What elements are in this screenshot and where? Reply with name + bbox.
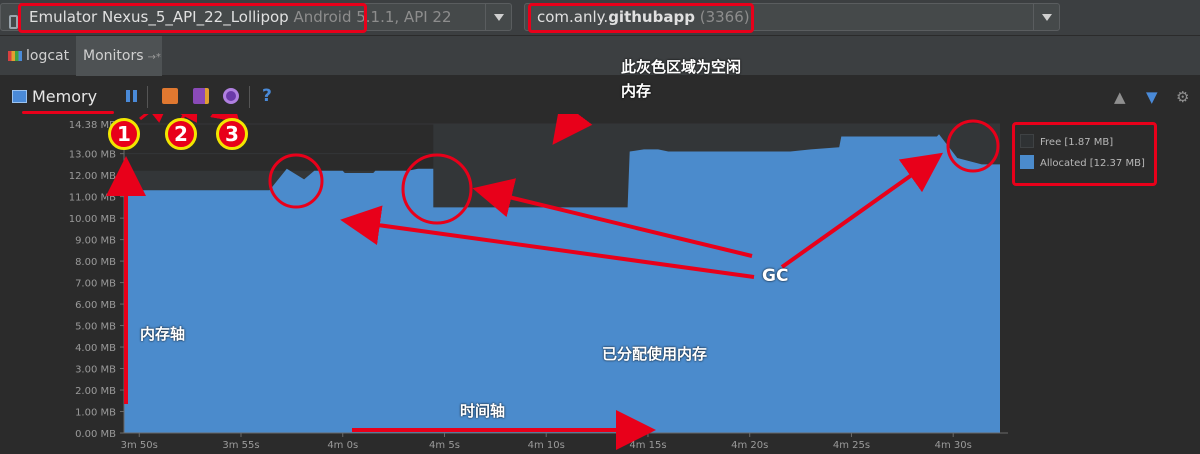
y-tick-label: 12.00 MB: [69, 171, 116, 182]
y-axis-ticks: 0.00 MB 1.00 MB 2.00 MB 3.00 MB 4.00 MB 5.00 …: [69, 120, 124, 440]
settings-icon[interactable]: ⚙: [1176, 88, 1192, 106]
x-tick-label: 4m 25s: [833, 440, 870, 451]
pause-button[interactable]: [124, 88, 140, 104]
gc-annotation: GC: [762, 266, 789, 286]
callout-1: 1: [108, 118, 140, 150]
allocation-tracking-button[interactable]: [223, 88, 239, 104]
x-tick-label: 4m 5s: [429, 440, 460, 451]
x-tick-label: 4m 30s: [935, 440, 972, 451]
legend-free-label: Free [1.87 MB]: [1040, 137, 1114, 148]
y-tick-label: 3.00 MB: [75, 365, 116, 376]
tool-window-tabs: logcat Monitors →*: [0, 36, 1200, 76]
arrow-down-icon[interactable]: ▼: [1146, 88, 1162, 106]
x-tick-label: 4m 20s: [731, 440, 768, 451]
tab-monitors[interactable]: Monitors →*: [76, 36, 162, 76]
process-selector-label: com.anly.githubapp (3366): [537, 8, 750, 26]
y-tick-label: 9.00 MB: [75, 236, 116, 247]
memory-title: Memory: [32, 87, 98, 106]
chart-legend: Free [1.87 MB] Allocated [12.37 MB]: [1016, 124, 1154, 184]
time-axis-annotation: 时间轴: [460, 402, 506, 420]
callout-2: 2: [165, 118, 197, 150]
x-axis-ticks: 3m 50s 3m 55s 4m 0s 4m 5s 4m 10s 4m 15s 4m 20s…: [121, 433, 972, 451]
arrow-up-icon[interactable]: ▲: [1114, 88, 1130, 106]
initiate-gc-button[interactable]: [162, 88, 178, 104]
y-tick-label: 0.00 MB: [75, 429, 116, 440]
y-tick-label: 4.00 MB: [75, 343, 116, 354]
y-tick-label: 10.00 MB: [69, 214, 116, 225]
x-tick-label: 4m 15s: [629, 440, 666, 451]
x-tick-label: 3m 50s: [121, 440, 158, 451]
x-tick-label: 4m 10s: [528, 440, 565, 451]
legend-free-swatch: [1020, 134, 1034, 148]
x-tick-label: 3m 55s: [222, 440, 259, 451]
device-icon: [9, 15, 18, 29]
pin-icon[interactable]: →*: [148, 52, 161, 63]
y-tick-label: 1.00 MB: [75, 408, 116, 419]
tab-monitors-label: Monitors: [83, 48, 144, 64]
legend-allocated-label: Allocated [12.37 MB]: [1040, 158, 1145, 169]
logcat-icon: [8, 51, 22, 61]
legend-free: Free [1.87 MB]: [1020, 134, 1113, 152]
process-selector[interactable]: com.anly.githubapp (3366): [524, 3, 1060, 31]
idle-memory-annotation-line2: 内存: [621, 82, 652, 100]
y-tick-label: 2.00 MB: [75, 386, 116, 397]
y-tick-label: 8.00 MB: [75, 257, 116, 268]
idle-memory-annotation: 此灰色区域为空闲: [621, 58, 742, 76]
device-toolbar: Emulator Nexus_5_API_22_Lollipop Android…: [0, 0, 1200, 36]
help-button[interactable]: ?: [262, 86, 278, 106]
y-tick-label: 11.00 MB: [69, 193, 116, 204]
y-tick-label: 5.00 MB: [75, 322, 116, 333]
legend-allocated-swatch: [1020, 155, 1034, 169]
callout-3: 3: [216, 118, 248, 150]
allocated-memory-annotation: 已分配使用内存: [602, 345, 708, 363]
y-tick-label: 13.00 MB: [69, 150, 116, 161]
chevron-down-icon[interactable]: [1033, 4, 1059, 30]
chevron-down-icon[interactable]: [485, 4, 511, 30]
device-selector-label: Emulator Nexus_5_API_22_Lollipop Android…: [29, 8, 452, 26]
memory-axis-annotation: 内存轴: [140, 325, 186, 343]
legend-allocated: Allocated [12.37 MB]: [1020, 155, 1145, 173]
memory-icon: [12, 90, 27, 103]
x-tick-label: 4m 0s: [327, 440, 358, 451]
toolbar-divider: [147, 86, 148, 108]
memory-monitor-header: Memory ? ▲ ▼ ⚙: [0, 80, 1200, 114]
callout-arrow-1: [139, 114, 174, 123]
toolbar-divider: [249, 86, 250, 108]
dump-java-heap-button[interactable]: [193, 88, 209, 104]
y-tick-label: 7.00 MB: [75, 279, 116, 290]
y-tick-label: 6.00 MB: [75, 300, 116, 311]
tab-logcat[interactable]: logcat: [8, 36, 76, 76]
tab-logcat-label: logcat: [26, 48, 70, 64]
device-selector[interactable]: Emulator Nexus_5_API_22_Lollipop Android…: [0, 3, 512, 31]
